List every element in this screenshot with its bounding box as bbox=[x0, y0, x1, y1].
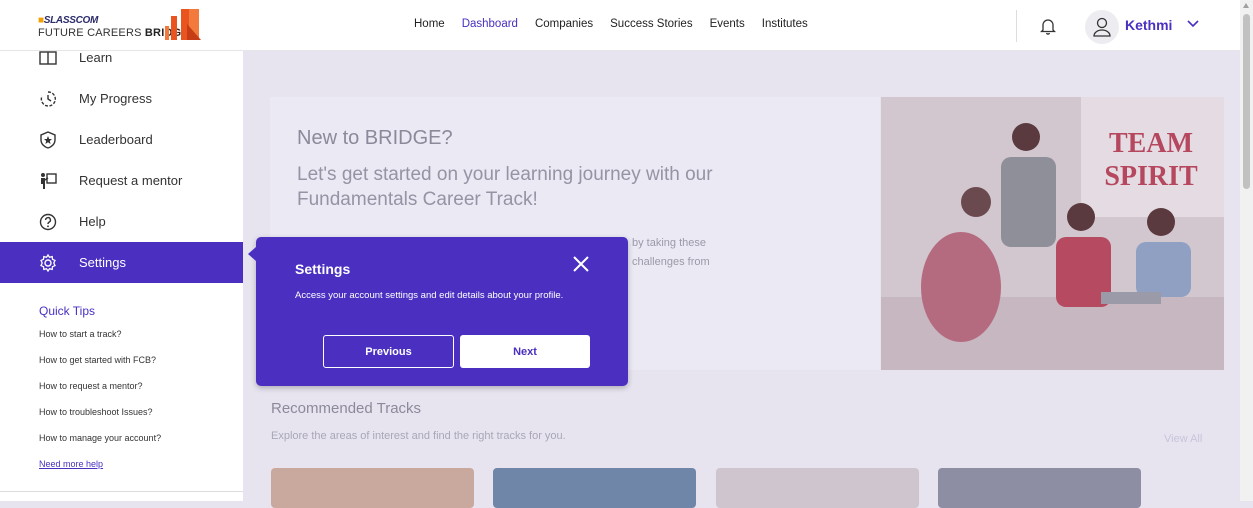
logo-line1: ■SLASSCOM bbox=[38, 15, 99, 26]
nav-events[interactable]: Events bbox=[710, 18, 745, 30]
hero-team-photo: TEAM SPIRIT bbox=[881, 97, 1224, 370]
track-card[interactable] bbox=[938, 468, 1141, 508]
popup-body: Access your account settings and edit de… bbox=[295, 290, 564, 301]
nav-institutes[interactable]: Institutes bbox=[762, 18, 808, 30]
header-divider bbox=[1016, 10, 1017, 42]
user-name[interactable]: Kethmi bbox=[1125, 17, 1172, 33]
top-navigation-bar: ■SLASSCOM FUTURE CAREERS BRIDGE Home Das… bbox=[0, 0, 1240, 51]
quick-tip-link[interactable]: How to manage your account? bbox=[39, 433, 161, 443]
progress-clock-icon bbox=[40, 90, 56, 107]
scrollbar-thumb[interactable] bbox=[1243, 14, 1250, 189]
notification-bell-icon[interactable] bbox=[1040, 17, 1056, 35]
sidebar-item-label: Learn bbox=[79, 50, 113, 65]
track-card[interactable] bbox=[493, 468, 696, 508]
track-card[interactable] bbox=[716, 468, 919, 508]
quick-tip-link[interactable]: How to troubleshoot Issues? bbox=[39, 407, 153, 417]
popup-pointer bbox=[248, 247, 256, 261]
sidebar-item-my-progress[interactable]: My Progress bbox=[0, 78, 243, 119]
sidebar-divider bbox=[0, 491, 243, 492]
track-card[interactable] bbox=[271, 468, 474, 508]
popup-title: Settings bbox=[295, 261, 351, 277]
avatar[interactable] bbox=[1085, 10, 1119, 44]
quick-tip-link[interactable]: How to request a mentor? bbox=[39, 381, 143, 391]
logo-mark-icon bbox=[165, 9, 201, 40]
sidebar-item-label: Request a mentor bbox=[79, 173, 183, 188]
hero-subtitle: Let's get started on your learning journ… bbox=[297, 164, 713, 210]
gear-icon bbox=[40, 253, 56, 272]
nav-success-stories[interactable]: Success Stories bbox=[610, 18, 692, 30]
page-scrollbar[interactable] bbox=[1240, 0, 1253, 501]
quick-tip-link[interactable]: How to get started with FCB? bbox=[39, 355, 156, 365]
fcb-logo[interactable]: ■SLASSCOM FUTURE CAREERS BRIDGE bbox=[38, 6, 203, 44]
hero-body: by taking these challenges from bbox=[632, 234, 710, 272]
quick-tips-title: Quick Tips bbox=[39, 304, 96, 318]
sidebar-item-leaderboard[interactable]: Leaderboard bbox=[0, 119, 243, 160]
mentor-board-icon bbox=[41, 172, 57, 189]
quick-tip-link[interactable]: How to start a track? bbox=[39, 329, 122, 339]
hero-body-line: by taking these bbox=[632, 237, 706, 249]
sidebar: Learn My Progress Leaderboard Request a … bbox=[0, 50, 243, 501]
user-icon bbox=[1093, 17, 1111, 37]
sidebar-item-help[interactable]: Help bbox=[0, 201, 243, 242]
settings-tour-popup: Settings Access your account settings an… bbox=[248, 237, 628, 386]
sidebar-item-settings[interactable]: Settings bbox=[0, 242, 243, 283]
sidebar-item-label: Settings bbox=[79, 255, 126, 270]
shield-star-icon bbox=[40, 130, 56, 149]
nav-home[interactable]: Home bbox=[414, 18, 445, 30]
sidebar-item-request-mentor[interactable]: Request a mentor bbox=[0, 160, 243, 201]
hero-body-line: challenges from bbox=[632, 256, 710, 268]
recommended-tracks-title: Recommended Tracks bbox=[271, 400, 422, 417]
nav-dashboard[interactable]: Dashboard bbox=[462, 18, 518, 30]
hero-title: New to BRIDGE? bbox=[297, 127, 453, 149]
view-all-link[interactable]: View All bbox=[1164, 433, 1202, 445]
chevron-down-icon[interactable] bbox=[1186, 19, 1200, 29]
sidebar-item-label: My Progress bbox=[79, 91, 152, 106]
team-photo-illustration: TEAM SPIRIT bbox=[881, 97, 1224, 370]
main-nav: Home Dashboard Companies Success Stories… bbox=[414, 18, 825, 30]
active-item-pointer bbox=[233, 243, 243, 259]
svg-text:SPIRIT: SPIRIT bbox=[1104, 161, 1198, 192]
close-icon[interactable] bbox=[572, 255, 590, 273]
sidebar-item-label: Leaderboard bbox=[79, 132, 153, 147]
sidebar-item-label: Help bbox=[79, 214, 106, 229]
nav-companies[interactable]: Companies bbox=[535, 18, 593, 30]
help-circle-icon bbox=[39, 213, 57, 230]
recommended-tracks-subtitle: Explore the areas of interest and find t… bbox=[271, 430, 566, 442]
previous-button[interactable]: Previous bbox=[323, 335, 454, 368]
svg-text:TEAM: TEAM bbox=[1109, 128, 1193, 159]
next-button[interactable]: Next bbox=[460, 335, 590, 368]
need-more-help-link[interactable]: Need more help bbox=[39, 459, 103, 469]
scroll-up-arrow-icon[interactable] bbox=[1243, 3, 1249, 8]
